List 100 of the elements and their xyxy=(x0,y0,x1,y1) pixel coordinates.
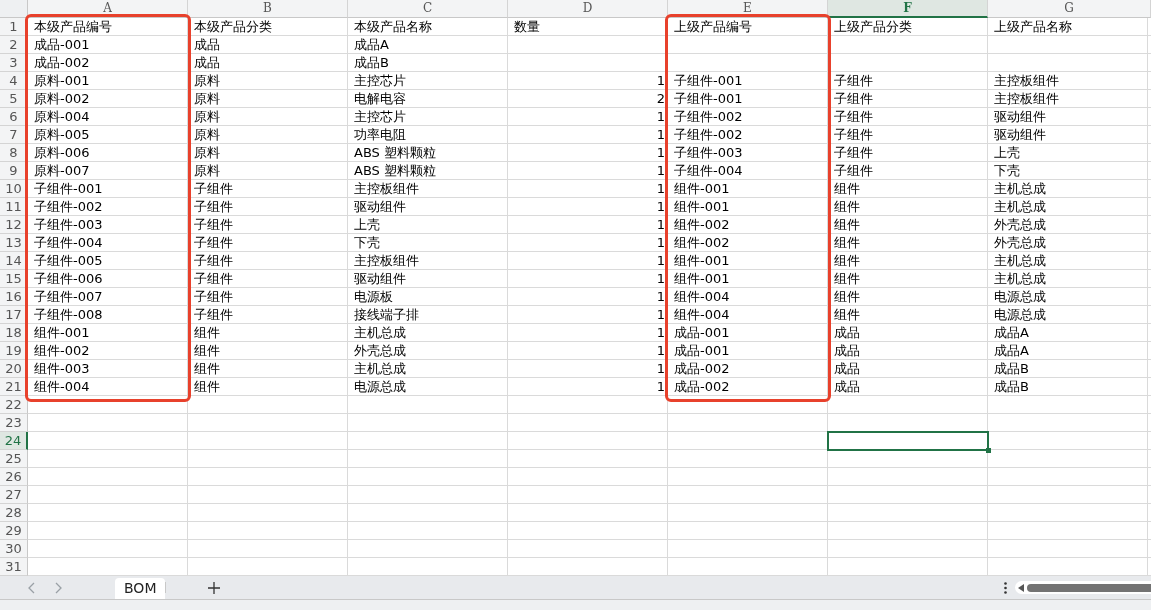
table-cell: 原料-004 xyxy=(34,108,90,126)
table-cell: 成品A xyxy=(994,342,1029,360)
table-cell: 子组件-001 xyxy=(674,72,743,90)
row-header[interactable]: 7 xyxy=(0,126,28,144)
column-header[interactable]: F xyxy=(828,0,988,18)
table-cell: 1 xyxy=(656,162,665,180)
row-header[interactable]: 20 xyxy=(0,360,28,378)
table-cell: 成品-002 xyxy=(674,360,730,378)
table-cell: 组件 xyxy=(834,252,860,270)
table-cell: 原料 xyxy=(194,144,220,162)
table-cell: 子组件-003 xyxy=(34,216,103,234)
table-cell: 上级产品名称 xyxy=(994,18,1072,36)
row-header[interactable]: 2 xyxy=(0,36,28,54)
row-header[interactable]: 1 xyxy=(0,18,28,36)
row-header[interactable]: 8 xyxy=(0,144,28,162)
table-cell: 1 xyxy=(656,324,665,342)
row-header[interactable]: 6 xyxy=(0,108,28,126)
row-header[interactable]: 21 xyxy=(0,378,28,396)
row-header[interactable]: 13 xyxy=(0,234,28,252)
table-cell: 成品-001 xyxy=(34,36,90,54)
row-header[interactable]: 24 xyxy=(0,432,28,450)
table-cell: 外壳总成 xyxy=(354,342,406,360)
table-cell: 下壳 xyxy=(994,162,1020,180)
table-cell: ABS 塑料颗粒 xyxy=(354,162,436,180)
row-header[interactable]: 25 xyxy=(0,450,28,468)
table-cell: 组件-004 xyxy=(674,306,730,324)
table-cell: 原料 xyxy=(194,126,220,144)
row-header[interactable]: 23 xyxy=(0,414,28,432)
row-header[interactable]: 27 xyxy=(0,486,28,504)
horizontal-scrollbar[interactable] xyxy=(1015,581,1151,594)
table-cell: 成品B xyxy=(994,360,1029,378)
row-header[interactable]: 4 xyxy=(0,72,28,90)
row-header[interactable]: 28 xyxy=(0,504,28,522)
row-header[interactable]: 16 xyxy=(0,288,28,306)
row-header[interactable]: 17 xyxy=(0,306,28,324)
column-header[interactable]: D xyxy=(508,0,668,18)
more-options-icon[interactable] xyxy=(1004,581,1007,594)
table-cell: 组件 xyxy=(834,216,860,234)
table-cell: 上级产品分类 xyxy=(834,18,912,36)
row-header[interactable]: 26 xyxy=(0,468,28,486)
table-cell: 主机总成 xyxy=(994,270,1046,288)
table-cell: 组件 xyxy=(834,234,860,252)
table-cell: 1 xyxy=(656,360,665,378)
table-cell: 主机总成 xyxy=(994,252,1046,270)
table-cell: 组件-001 xyxy=(674,252,730,270)
table-cell: 组件-002 xyxy=(674,216,730,234)
row-header[interactable]: 10 xyxy=(0,180,28,198)
table-cell: 原料 xyxy=(194,108,220,126)
row-header[interactable]: 18 xyxy=(0,324,28,342)
add-sheet-button[interactable] xyxy=(208,581,221,594)
scroll-left-icon[interactable] xyxy=(1018,583,1024,592)
table-cell: 成品 xyxy=(834,324,860,342)
table-cell: 成品-002 xyxy=(34,54,90,72)
table-cell: 本级产品分类 xyxy=(194,18,272,36)
row-header[interactable]: 30 xyxy=(0,540,28,558)
table-cell: 组件 xyxy=(834,306,860,324)
table-cell: 1 xyxy=(656,342,665,360)
column-header[interactable]: B xyxy=(188,0,348,18)
row-header[interactable]: 22 xyxy=(0,396,28,414)
table-cell: 2 xyxy=(656,90,665,108)
table-cell: 成品B xyxy=(354,54,389,72)
row-header[interactable]: 31 xyxy=(0,558,28,576)
table-cell: 子组件-005 xyxy=(34,252,103,270)
table-cell: 原料-006 xyxy=(34,144,90,162)
table-cell: 主机总成 xyxy=(354,360,406,378)
row-header[interactable]: 3 xyxy=(0,54,28,72)
column-header[interactable]: C xyxy=(348,0,508,18)
table-cell: 驱动组件 xyxy=(354,198,406,216)
table-cell: 子组件 xyxy=(834,72,873,90)
table-cell: 子组件-008 xyxy=(34,306,103,324)
table-cell: 上级产品编号 xyxy=(674,18,752,36)
table-cell: 组件-001 xyxy=(674,270,730,288)
row-header[interactable]: 15 xyxy=(0,270,28,288)
sheet-tab[interactable]: BOM xyxy=(115,578,166,599)
table-cell: 子组件-003 xyxy=(674,144,743,162)
table-cell: 成品 xyxy=(834,360,860,378)
table-cell: 子组件-002 xyxy=(34,198,103,216)
table-cell: 组件 xyxy=(834,270,860,288)
row-header[interactable]: 29 xyxy=(0,522,28,540)
table-cell: 子组件 xyxy=(194,216,233,234)
table-cell: 电源总成 xyxy=(354,378,406,396)
table-cell: 子组件-004 xyxy=(34,234,103,252)
row-header[interactable]: 12 xyxy=(0,216,28,234)
table-cell: 成品 xyxy=(194,36,220,54)
row-header[interactable]: 9 xyxy=(0,162,28,180)
table-cell: 子组件 xyxy=(194,234,233,252)
table-cell: 1 xyxy=(656,72,665,90)
table-cell: 外壳总成 xyxy=(994,234,1046,252)
table-cell: 1 xyxy=(656,216,665,234)
table-cell: 组件-001 xyxy=(674,180,730,198)
table-cell: 主机总成 xyxy=(994,180,1046,198)
table-cell: 原料-005 xyxy=(34,126,90,144)
row-header[interactable]: 11 xyxy=(0,198,28,216)
table-cell: 成品-001 xyxy=(674,342,730,360)
column-header[interactable]: G xyxy=(988,0,1151,18)
row-header[interactable]: 5 xyxy=(0,90,28,108)
row-header[interactable]: 14 xyxy=(0,252,28,270)
table-cell: 主机总成 xyxy=(354,324,406,342)
row-header[interactable]: 19 xyxy=(0,342,28,360)
table-cell: 成品-001 xyxy=(674,324,730,342)
